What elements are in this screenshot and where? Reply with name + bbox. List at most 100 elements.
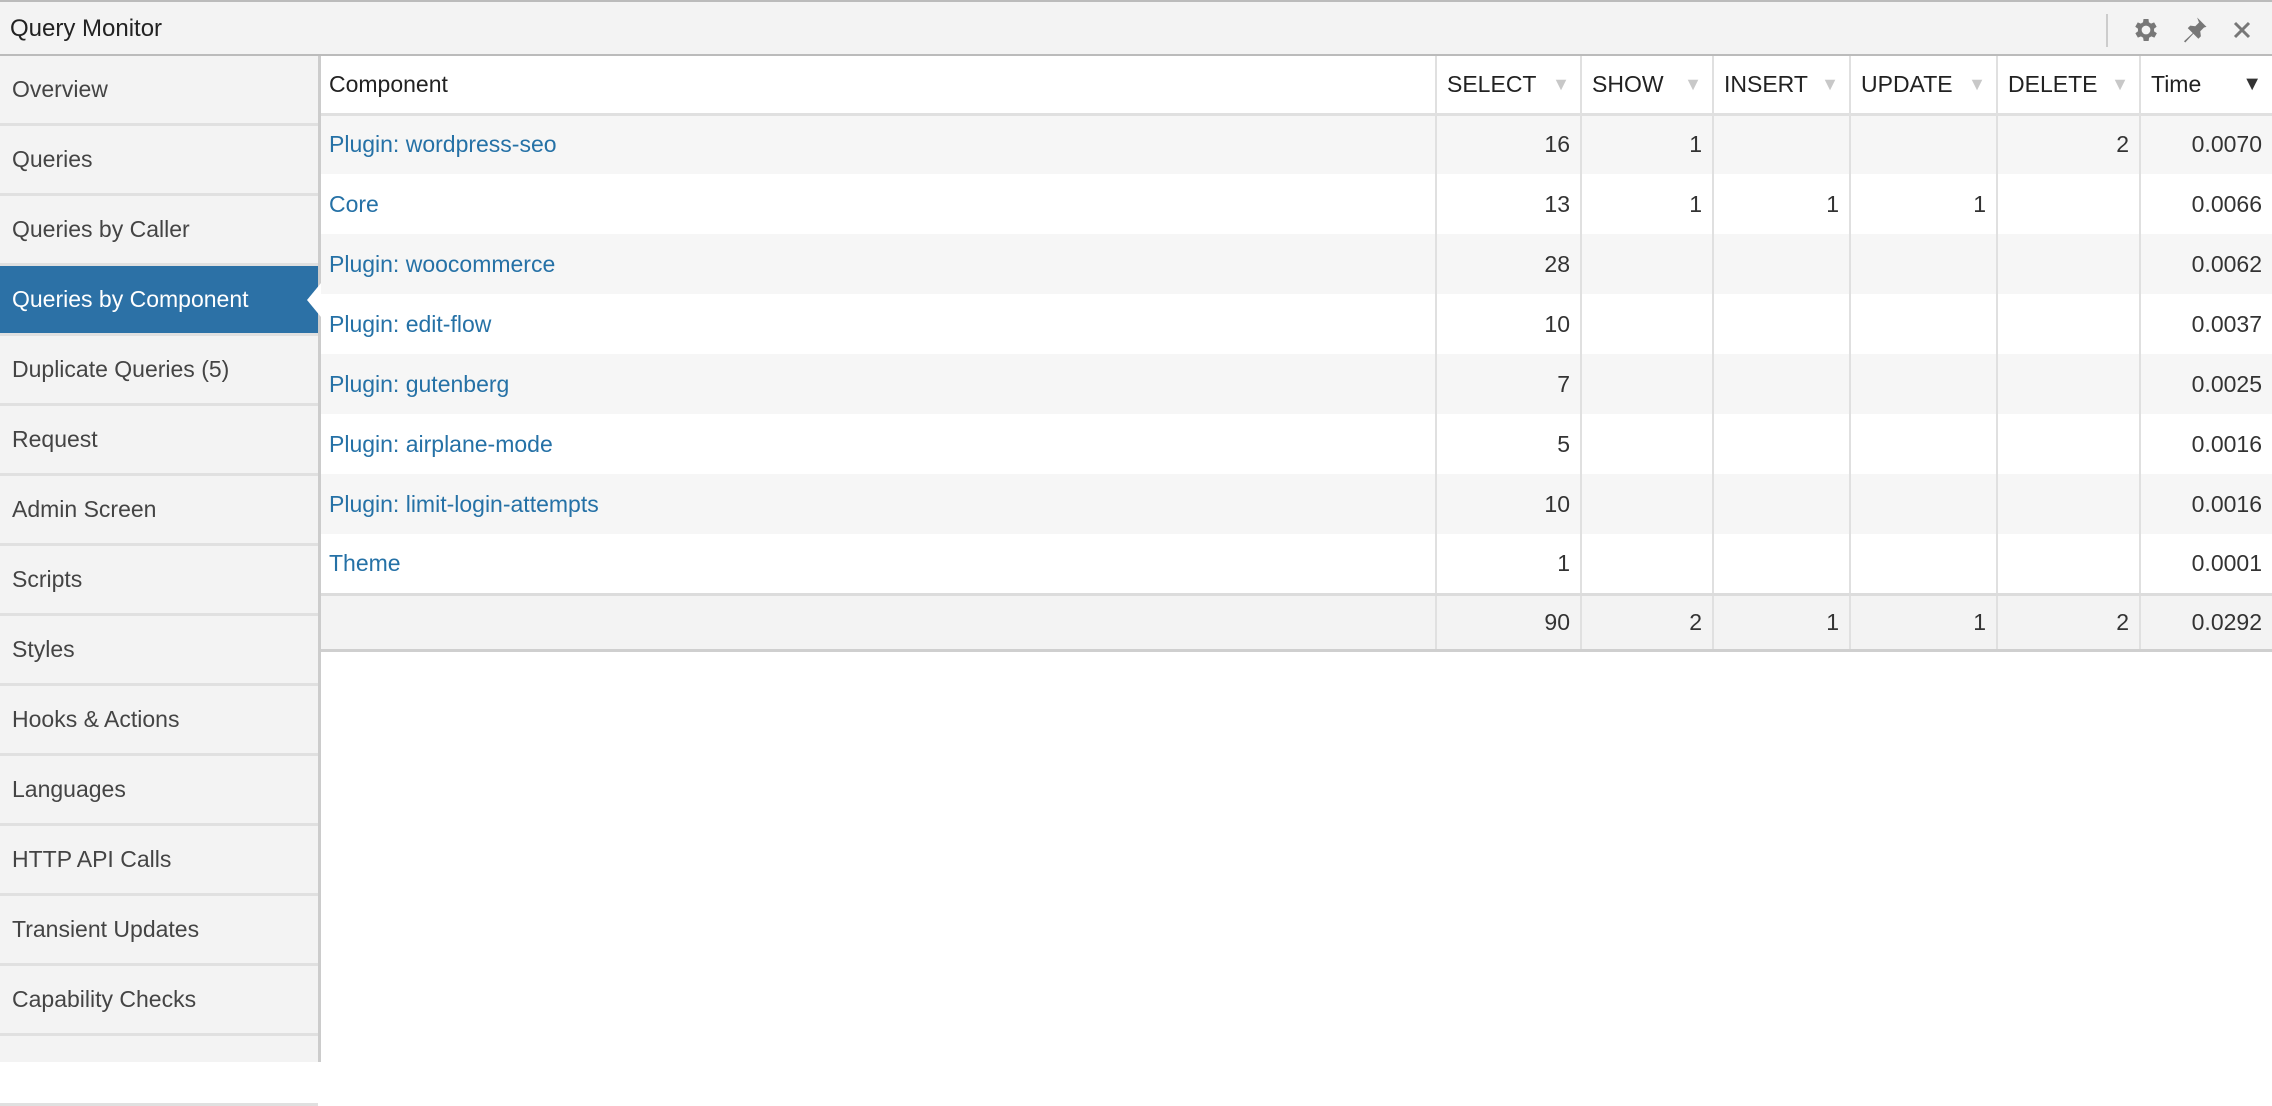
column-header-show[interactable]: SHOW ▼ bbox=[1580, 56, 1713, 116]
cell-delete bbox=[1996, 354, 2140, 414]
cell-select: 28 bbox=[1435, 234, 1581, 294]
pin-button[interactable] bbox=[2174, 12, 2214, 48]
table-header-row: Component SELECT ▼ SHOW ▼ INSERT ▼ UPDATE ▼ DELET… bbox=[321, 56, 2272, 116]
sidebar-item-request[interactable]: Request bbox=[0, 406, 318, 476]
cell-update: 1 bbox=[1849, 174, 1997, 234]
column-header-label: SHOW bbox=[1592, 70, 1664, 97]
cell-show bbox=[1580, 294, 1713, 354]
cell-show bbox=[1580, 414, 1713, 474]
sidebar-item-hooks-actions[interactable]: Hooks & Actions bbox=[0, 686, 318, 756]
cell-select: 5 bbox=[1435, 414, 1581, 474]
column-header-time[interactable]: Time ▼ bbox=[2139, 56, 2272, 116]
component-link[interactable]: Plugin: woocommerce bbox=[329, 251, 555, 277]
column-header-label: SELECT bbox=[1447, 70, 1537, 97]
cell-time: 0.0037 bbox=[2139, 294, 2272, 354]
cell-show bbox=[1580, 354, 1713, 414]
close-button[interactable] bbox=[2222, 12, 2262, 48]
title-bar: Query Monitor bbox=[0, 0, 2272, 56]
settings-button[interactable] bbox=[2126, 12, 2166, 48]
totals-row: 90 2 1 1 2 0.0292 bbox=[321, 592, 2272, 652]
column-header-label: DELETE bbox=[2008, 70, 2098, 97]
component-link[interactable]: Plugin: limit-login-attempts bbox=[329, 491, 599, 517]
total-show: 2 bbox=[1580, 592, 1713, 652]
component-link[interactable]: Plugin: airplane-mode bbox=[329, 431, 553, 457]
sidebar-item-label: Languages bbox=[12, 776, 126, 802]
sidebar-item-overview[interactable]: Overview bbox=[0, 56, 318, 126]
cell-time: 0.0016 bbox=[2139, 414, 2272, 474]
sort-icon[interactable]: ▼ bbox=[2111, 74, 2129, 95]
sidebar-item-queries-by-caller[interactable]: Queries by Caller bbox=[0, 196, 318, 266]
sidebar-item-languages[interactable]: Languages bbox=[0, 756, 318, 826]
column-header-component: Component bbox=[321, 56, 1436, 116]
sidebar-item-duplicate-queries-5[interactable]: Duplicate Queries (5) bbox=[0, 336, 318, 406]
cell-time: 0.0025 bbox=[2139, 354, 2272, 414]
sidebar-item-label: Queries by Caller bbox=[12, 216, 190, 242]
cell-time: 0.0016 bbox=[2139, 474, 2272, 534]
sidebar-item-label: Overview bbox=[12, 76, 108, 102]
table-row: Plugin: gutenberg 7 0.0025 bbox=[321, 354, 2272, 414]
cell-delete bbox=[1996, 294, 2140, 354]
sort-icon[interactable]: ▼ bbox=[1552, 74, 1570, 95]
total-delete: 2 bbox=[1996, 592, 2140, 652]
cell-select: 10 bbox=[1435, 474, 1581, 534]
total-insert: 1 bbox=[1712, 592, 1850, 652]
cell-insert bbox=[1712, 114, 1850, 174]
pin-icon bbox=[2184, 17, 2207, 43]
cell-component: Plugin: limit-login-attempts bbox=[321, 474, 1436, 534]
sidebar-item-label: Request bbox=[12, 426, 98, 452]
component-link[interactable]: Theme bbox=[329, 550, 401, 576]
table-row: Core 13 1 1 1 0.0066 bbox=[321, 174, 2272, 234]
cell-time: 0.0066 bbox=[2139, 174, 2272, 234]
cell-component: Plugin: airplane-mode bbox=[321, 414, 1436, 474]
sidebar-item-queries[interactable]: Queries bbox=[0, 126, 318, 196]
table-row: Plugin: airplane-mode 5 0.0016 bbox=[321, 414, 2272, 474]
component-link[interactable]: Plugin: edit-flow bbox=[329, 311, 491, 337]
window-title: Query Monitor bbox=[10, 15, 163, 42]
component-link[interactable]: Core bbox=[329, 191, 379, 217]
sidebar-item-admin-screen[interactable]: Admin Screen bbox=[0, 476, 318, 546]
column-header-update[interactable]: UPDATE ▼ bbox=[1849, 56, 1997, 116]
cell-delete bbox=[1996, 174, 2140, 234]
cell-select: 16 bbox=[1435, 114, 1581, 174]
close-icon bbox=[2233, 21, 2251, 39]
sidebar-item-http-api-calls[interactable]: HTTP API Calls bbox=[0, 826, 318, 896]
total-component bbox=[321, 592, 1436, 652]
column-header-delete[interactable]: DELETE ▼ bbox=[1996, 56, 2140, 116]
component-link[interactable]: Plugin: wordpress-seo bbox=[329, 131, 557, 157]
cell-time: 0.0001 bbox=[2139, 534, 2272, 594]
cell-select: 10 bbox=[1435, 294, 1581, 354]
sidebar-item-label: Queries bbox=[12, 146, 93, 172]
table-row: Theme 1 0.0001 bbox=[321, 534, 2272, 594]
cell-delete bbox=[1996, 474, 2140, 534]
sidebar-item-transient-updates[interactable]: Transient Updates bbox=[0, 896, 318, 966]
sidebar-item-queries-by-component[interactable]: Queries by Component bbox=[0, 266, 321, 336]
sort-icon[interactable]: ▼ bbox=[1684, 74, 1702, 95]
column-header-insert[interactable]: INSERT ▼ bbox=[1712, 56, 1850, 116]
sort-desc-icon[interactable]: ▼ bbox=[2242, 73, 2262, 96]
sidebar-item-capability-checks[interactable]: Capability Checks bbox=[0, 966, 318, 1036]
sidebar-item-more[interactable] bbox=[0, 1036, 318, 1106]
cell-insert bbox=[1712, 354, 1850, 414]
sidebar-item-styles[interactable]: Styles bbox=[0, 616, 318, 686]
total-time: 0.0292 bbox=[2139, 592, 2272, 652]
sidebar-item-scripts[interactable]: Scripts bbox=[0, 546, 318, 616]
sort-icon[interactable]: ▼ bbox=[1968, 74, 1986, 95]
cell-update bbox=[1849, 114, 1997, 174]
cell-insert: 1 bbox=[1712, 174, 1850, 234]
cell-select: 1 bbox=[1435, 534, 1581, 594]
table-row: Plugin: edit-flow 10 0.0037 bbox=[321, 294, 2272, 354]
sort-icon[interactable]: ▼ bbox=[1821, 74, 1839, 95]
column-header-select[interactable]: SELECT ▼ bbox=[1435, 56, 1581, 116]
sidebar-item-label: Hooks & Actions bbox=[12, 706, 180, 732]
cell-delete bbox=[1996, 234, 2140, 294]
column-header-label: UPDATE bbox=[1861, 70, 1953, 97]
sidebar-item-label: Scripts bbox=[12, 566, 83, 592]
sidebar-item-label: Styles bbox=[12, 636, 75, 662]
total-update: 1 bbox=[1849, 592, 1997, 652]
gear-icon bbox=[2135, 19, 2157, 41]
table-row: Plugin: woocommerce 28 0.0062 bbox=[321, 234, 2272, 294]
cell-insert bbox=[1712, 534, 1850, 594]
cell-insert bbox=[1712, 234, 1850, 294]
component-link[interactable]: Plugin: gutenberg bbox=[329, 371, 509, 397]
sidebar-item-label: Admin Screen bbox=[12, 496, 157, 522]
